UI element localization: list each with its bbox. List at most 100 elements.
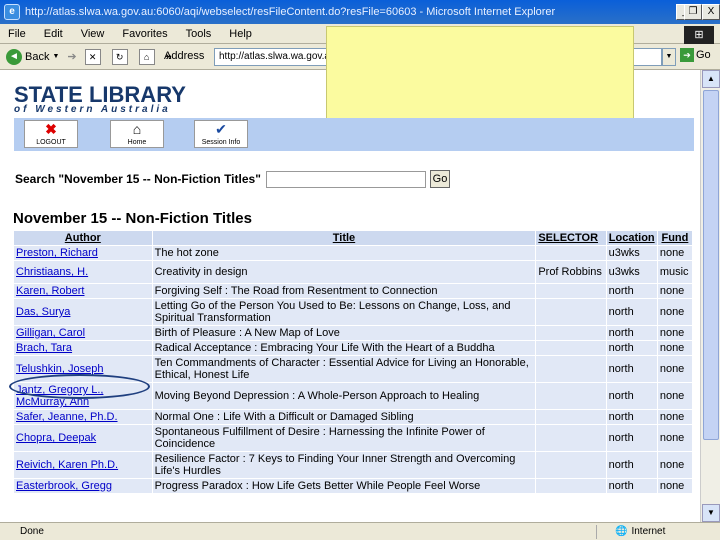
- author-link[interactable]: Karen, Robert: [14, 284, 152, 298]
- fund-cell: none: [657, 341, 692, 355]
- selector-cell: [536, 383, 606, 409]
- address-label: Address: [164, 50, 205, 62]
- fund-cell: none: [657, 299, 692, 325]
- scroll-thumb[interactable]: [703, 90, 719, 440]
- search-go-button[interactable]: Go: [430, 170, 450, 188]
- menu-view[interactable]: View: [81, 28, 105, 40]
- stop-icon: ✕: [84, 48, 101, 65]
- menu-favorites[interactable]: Favorites: [122, 28, 167, 40]
- title-cell: Normal One : Life With a Difficult or Da…: [152, 410, 536, 424]
- menu-help[interactable]: Help: [229, 28, 252, 40]
- status-text: Done: [20, 526, 44, 537]
- session-info-label: Session Info: [201, 139, 241, 146]
- col-author[interactable]: Author: [14, 231, 152, 245]
- author-link[interactable]: Preston, Richard: [14, 246, 152, 260]
- stop-button[interactable]: ✕: [84, 48, 104, 65]
- title-cell: Resilience Factor : 7 Keys to Finding Yo…: [152, 452, 536, 478]
- location-cell: u3wks: [606, 246, 657, 260]
- globe-icon: 🌐: [615, 526, 628, 537]
- col-location[interactable]: Location: [606, 231, 657, 245]
- back-arrow-icon: ◄: [6, 48, 22, 65]
- fund-cell: none: [657, 383, 692, 409]
- table-row: Das, Surya Letting Go of the Person You U…: [14, 299, 692, 325]
- selector-cell: [536, 479, 606, 493]
- table-row: Easterbrook, Gregg Progress Paradox : How…: [14, 479, 692, 493]
- logout-x-icon: ✖: [45, 121, 57, 137]
- location-cell: north: [606, 452, 657, 478]
- author-link[interactable]: Brach, Tara: [14, 341, 152, 355]
- search-label: Search "November 15 -- Non-Fiction Title…: [15, 172, 261, 186]
- restore-button[interactable]: ❐: [684, 4, 702, 20]
- title-cell: Radical Acceptance : Embracing Your Life…: [152, 341, 536, 355]
- fund-cell: none: [657, 452, 692, 478]
- home-button[interactable]: ⌂: [138, 48, 158, 65]
- logout-button[interactable]: ✖ LOGOUT: [24, 120, 78, 148]
- annotation-circle: [9, 374, 150, 399]
- ie-icon: e: [4, 4, 20, 20]
- location-cell: north: [606, 299, 657, 325]
- home-nav-button[interactable]: ⌂ Home: [110, 120, 164, 148]
- selector-cell: [536, 341, 606, 355]
- search-input[interactable]: [266, 171, 426, 188]
- author-link[interactable]: Das, Surya: [14, 299, 152, 325]
- session-info-button[interactable]: ✔ Session Info: [194, 120, 248, 148]
- author-link[interactable]: Easterbrook, Gregg: [14, 479, 152, 493]
- scroll-up-icon[interactable]: ▲: [702, 70, 720, 88]
- col-selector[interactable]: SELECTOR: [536, 231, 606, 245]
- location-cell: north: [606, 341, 657, 355]
- go-button[interactable]: ➔ Go: [680, 48, 711, 62]
- refresh-icon: ↻: [111, 48, 128, 65]
- location-cell: u3wks: [606, 261, 657, 283]
- title-cell: Progress Paradox : How Life Gets Better …: [152, 479, 536, 493]
- col-fund[interactable]: Fund: [657, 231, 692, 245]
- address-dropdown-icon[interactable]: ▼: [662, 48, 676, 66]
- selector-cell: [536, 284, 606, 298]
- author-link[interactable]: Gilligan, Carol: [14, 326, 152, 340]
- selector-cell: [536, 326, 606, 340]
- location-cell: north: [606, 284, 657, 298]
- scroll-down-icon[interactable]: ▼: [702, 504, 720, 522]
- selector-cell: [536, 410, 606, 424]
- close-button[interactable]: X: [702, 4, 720, 20]
- title-cell: Letting Go of the Person You Used to Be:…: [152, 299, 536, 325]
- title-cell: Ten Commandments of Character : Essentia…: [152, 356, 536, 382]
- window-title: http://atlas.slwa.wa.gov.au:6060/aqi/web…: [25, 6, 556, 18]
- forward-button[interactable]: ➔: [67, 50, 76, 63]
- table-row: Chopra, Deepak Spontaneous Fulfillment of…: [14, 425, 692, 451]
- vertical-scrollbar[interactable]: ▲ ▼: [700, 70, 720, 522]
- title-cell: The hot zone: [152, 246, 536, 260]
- fund-cell: none: [657, 479, 692, 493]
- back-dropdown-icon[interactable]: ▼: [52, 53, 59, 60]
- table-row: Gilligan, Carol Birth of Pleasure : A New…: [14, 326, 692, 340]
- location-cell: north: [606, 356, 657, 382]
- highlight-overlay: [326, 26, 634, 130]
- author-link[interactable]: Safer, Jeanne, Ph.D.: [14, 410, 152, 424]
- fund-cell: none: [657, 326, 692, 340]
- location-cell: north: [606, 326, 657, 340]
- title-cell: Creativity in design: [152, 261, 536, 283]
- menu-tools[interactable]: Tools: [186, 28, 212, 40]
- home-icon: ⌂: [138, 48, 155, 65]
- window-titlebar: e http://atlas.slwa.wa.gov.au:6060/aqi/w…: [0, 0, 720, 24]
- author-link[interactable]: Reivich, Karen Ph.D.: [14, 452, 152, 478]
- table-row: Brach, Tara Radical Acceptance : Embracin…: [14, 341, 692, 355]
- status-bar: Done 🌐 Internet: [0, 522, 720, 540]
- selector-cell: [536, 246, 606, 260]
- table-row: Karen, Robert Forgiving Self : The Road f…: [14, 284, 692, 298]
- author-link[interactable]: Christiaans, H.: [14, 261, 152, 283]
- menu-file[interactable]: File: [8, 28, 26, 40]
- selector-cell: [536, 299, 606, 325]
- back-label: Back: [25, 50, 50, 63]
- fund-cell: none: [657, 410, 692, 424]
- col-title[interactable]: Title: [152, 231, 536, 245]
- table-header-row: Author Title SELECTOR Location Fund: [14, 231, 692, 245]
- table-row: Preston, Richard The hot zone u3wks none: [14, 246, 692, 260]
- back-button[interactable]: ◄ Back ▼: [6, 48, 59, 65]
- author-link[interactable]: Chopra, Deepak: [14, 425, 152, 451]
- zone-label: Internet: [631, 526, 666, 537]
- menu-edit[interactable]: Edit: [44, 28, 63, 40]
- location-cell: north: [606, 383, 657, 409]
- house-icon: ⌂: [132, 121, 142, 137]
- location-cell: north: [606, 425, 657, 451]
- refresh-button[interactable]: ↻: [111, 48, 131, 65]
